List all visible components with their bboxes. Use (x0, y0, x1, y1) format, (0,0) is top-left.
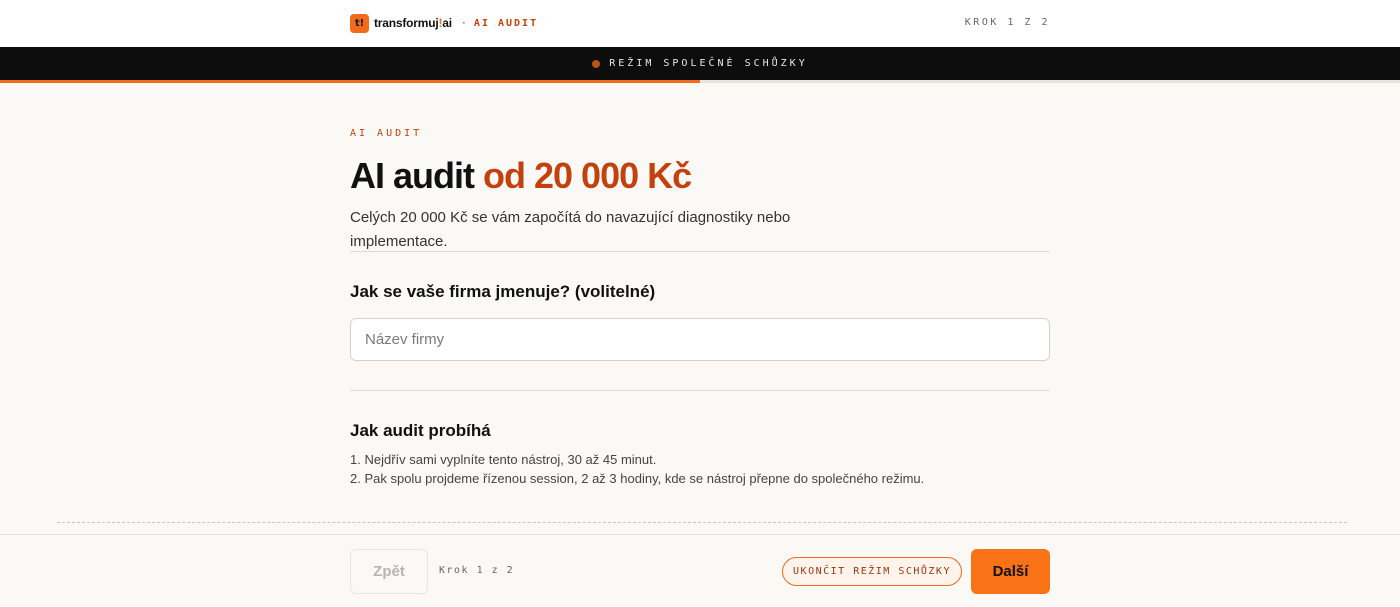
section-eyebrow: AI AUDIT (350, 128, 423, 139)
process-steps: 1. Nejdřív sami vyplníte tento nástroj, … (350, 450, 924, 488)
recording-dot-icon (592, 59, 601, 68)
footer-nav: Zpět Krok 1 z 2 UKONČIT REŽIM SCHŮZKY Da… (0, 534, 1400, 607)
dashed-separator (57, 522, 1347, 523)
brand-separator: · (460, 17, 467, 29)
page-title-main: AI audit (350, 155, 475, 196)
end-meeting-mode-button[interactable]: UKONČIT REŽIM SCHŮZKY (782, 557, 962, 586)
process-step: 2. Pak spolu projdeme řízenou session, 2… (350, 471, 925, 486)
page-subtitle: Celých 20 000 Kč se vám započítá do nava… (350, 209, 791, 250)
page-title: AI audit od 20 000 Kč (350, 155, 692, 197)
brand-section-label: AI AUDIT (473, 17, 539, 29)
top-bar: t! transformuj!ai · AI AUDIT KROK 1 Z 2 (0, 0, 1400, 47)
divider (350, 251, 1050, 252)
company-question: Jak se vaše firma jmenuje? (volitelné) (350, 282, 656, 301)
process-step: 1. Nejdřív sami vyplníte tento nástroj, … (350, 452, 657, 467)
step-indicator-top: KROK 1 Z 2 (964, 17, 1050, 28)
company-name-input[interactable] (350, 318, 1050, 361)
page-title-price: od 20 000 Kč (483, 155, 692, 196)
brand-logo-icon: t! (350, 13, 369, 33)
step-indicator-bottom: Krok 1 z 2 (439, 565, 515, 576)
brand[interactable]: t! transformuj!ai · AI AUDIT (350, 13, 538, 33)
next-button[interactable]: Další (971, 549, 1050, 594)
progress-fill (0, 80, 700, 83)
meeting-mode-bar: REŽIM SPOLEČNÉ SCHŮZKY (0, 47, 1400, 80)
meeting-mode-label: REŽIM SPOLEČNÉ SCHŮZKY (609, 58, 808, 69)
back-button[interactable]: Zpět (350, 549, 428, 594)
process-title: Jak audit probíhá (350, 421, 491, 440)
progress-bar (0, 80, 1400, 83)
divider (350, 390, 1050, 391)
brand-wordmark: transformuj!ai (374, 16, 452, 30)
